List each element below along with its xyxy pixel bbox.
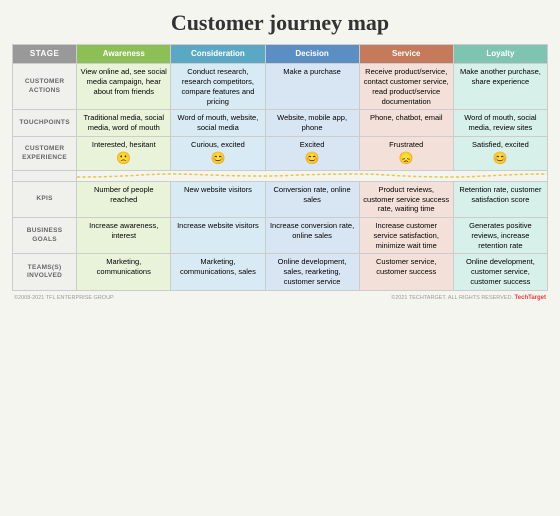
customer-experience-row: CUSTOMER EXPERIENCE Interested, hesitant… [13,136,548,170]
bg-awareness: Increase awareness, interest [77,218,171,254]
ca-loyalty: Make another purchase, share experience [453,64,547,110]
cx-awareness: Interested, hesitant 🙁 [77,136,171,170]
ca-service: Receive product/service, contact custome… [359,64,453,110]
loyalty-emoji: 😊 [457,151,544,167]
teams-decision: Online development, sales, rearketing, c… [265,254,359,290]
header-row: STAGE Awareness Consideration Decision S… [13,45,548,64]
kpis-label: KPIS [13,181,77,217]
techtarget-logo: TechTarget [515,295,546,301]
kpis-loyalty: Retention rate, customer satisfaction sc… [453,181,547,217]
consideration-emoji: 😊 [174,151,261,167]
cx-decision: Excited 😊 [265,136,359,170]
footer-right: ©2021 TECHTARGET. ALL RIGHTS RESERVED. T… [391,295,546,301]
journey-line-cells [77,171,548,182]
bg-label: BUSINESS GOALS [13,218,77,254]
awareness-emoji: 🙁 [80,151,167,167]
main-container: Customer journey map STAGE Awareness Con… [0,0,560,307]
kpis-decision: Conversion rate, online sales [265,181,359,217]
page-title: Customer journey map [12,10,548,36]
loyalty-header: Loyalty [453,45,547,64]
business-goals-row: BUSINESS GOALS Increase awareness, inter… [13,218,548,254]
customer-actions-row: CUSTOMER ACTIONS View online ad, see soc… [13,64,548,110]
awareness-header: Awareness [77,45,171,64]
bg-loyalty: Generates positive reviews, increase ret… [453,218,547,254]
teams-label: TEAMS(S) INVOLVED [13,254,77,290]
tp-decision: Website, mobile app, phone [265,110,359,137]
cx-service-text: Frustrated [389,140,423,149]
bg-decision: Increase conversion rate, online sales [265,218,359,254]
decision-emoji: 😊 [269,151,356,167]
journey-line-stage [13,171,77,182]
teams-service: Customer service, customer success [359,254,453,290]
kpis-row: KPIS Number of people reached New websit… [13,181,548,217]
decision-header: Decision [265,45,359,64]
ca-awareness: View online ad, see social media campaig… [77,64,171,110]
bg-service: Increase customer service satisfaction, … [359,218,453,254]
touchpoints-label: TOUCHPOINTS [13,110,77,137]
service-emoji: 😞 [363,151,450,167]
teams-consideration: Marketing, communications, sales [171,254,265,290]
footer-left: ©2008-2021 TFL ENTERPRISE GROUP [14,295,114,301]
ca-consideration: Conduct research, research competitors, … [171,64,265,110]
table-wrapper: STAGE Awareness Consideration Decision S… [12,44,548,291]
cx-label: CUSTOMER EXPERIENCE [13,136,77,170]
stage-header: STAGE [13,45,77,64]
tp-loyalty: Word of mouth, social media, review site… [453,110,547,137]
service-header: Service [359,45,453,64]
consideration-header: Consideration [171,45,265,64]
cx-decision-text: Excited [300,140,325,149]
ca-decision: Make a purchase [265,64,359,110]
journey-line-row [13,171,548,182]
tp-consideration: Word of mouth, website, social media [171,110,265,137]
tp-awareness: Traditional media, social media, word of… [77,110,171,137]
cx-service: Frustrated 😞 [359,136,453,170]
kpis-awareness: Number of people reached [77,181,171,217]
touchpoints-row: TOUCHPOINTS Traditional media, social me… [13,110,548,137]
journey-line-svg [77,173,547,178]
teams-awareness: Marketing, communications [77,254,171,290]
journey-map-table: STAGE Awareness Consideration Decision S… [12,44,548,291]
cx-awareness-text: Interested, hesitant [92,140,156,149]
teams-row: TEAMS(S) INVOLVED Marketing, communicati… [13,254,548,290]
kpis-service: Product reviews, customer service succes… [359,181,453,217]
tp-service: Phone, chatbot, email [359,110,453,137]
teams-loyalty: Online development, customer service, cu… [453,254,547,290]
cx-consideration: Curious, excited 😊 [171,136,265,170]
customer-actions-label: CUSTOMER ACTIONS [13,64,77,110]
footer-bar: ©2008-2021 TFL ENTERPRISE GROUP ©2021 TE… [12,295,548,301]
cx-loyalty: Satisfied, excited 😊 [453,136,547,170]
kpis-consideration: New website visitors [171,181,265,217]
footer-copyright: ©2021 TECHTARGET. ALL RIGHTS RESERVED. [391,295,513,301]
cx-consideration-text: Curious, excited [191,140,245,149]
cx-loyalty-text: Satisfied, excited [472,140,529,149]
bg-consideration: Increase website visitors [171,218,265,254]
